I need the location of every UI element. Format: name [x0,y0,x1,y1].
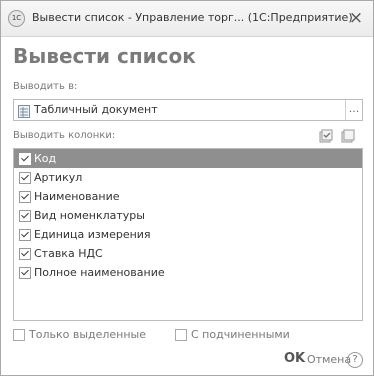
uncheck-all-icon[interactable] [341,128,355,143]
checkbox-checked-icon[interactable] [19,229,31,241]
list-item[interactable]: Полное наименование [14,263,362,282]
list-item-label: Полное наименование [34,266,165,279]
title-bar: 1С Вывести список - Управление торг... (… [1,1,373,37]
list-item[interactable]: Артикул [14,168,362,187]
dialog-window: 1С Вывести список - Управление торг... (… [0,0,374,376]
list-item-label: Ставка НДС [34,247,103,260]
list-item-label: Код [34,152,57,165]
checkbox-checked-icon[interactable] [19,191,31,203]
list-item-label: Наименование [34,190,120,203]
output-to-label: Выводить в: [13,81,78,92]
checkbox-checked-icon[interactable] [19,248,31,260]
output-target-value: Табличный документ [34,103,158,116]
checkbox-unchecked-icon[interactable] [13,329,25,341]
list-item[interactable]: Код [14,149,362,168]
only-selected-checkbox[interactable]: Только выделенные [13,328,146,341]
list-item[interactable]: Наименование [14,187,362,206]
columns-label: Выводить колонки: [13,130,116,141]
checkbox-checked-icon[interactable] [19,210,31,222]
checkbox-checked-icon[interactable] [19,172,31,184]
window-title: Вывести список - Управление торг... (1С:… [32,11,353,24]
output-target-field[interactable]: Табличный документ ... [13,99,363,121]
select-button[interactable]: ... [345,100,362,120]
list-item[interactable]: Ставка НДС [14,244,362,263]
columns-list: Код Артикул Наименование Вид номенклатур… [13,148,363,321]
with-subordinates-label: С подчиненными [191,328,290,341]
cancel-button[interactable]: Отмена [307,353,351,366]
with-subordinates-checkbox[interactable]: С подчиненными [175,328,290,341]
list-item-label: Вид номенклатуры [34,209,145,222]
help-icon[interactable]: ? [347,352,363,368]
list-item[interactable]: Единица измерения [14,225,362,244]
list-item-label: Артикул [34,171,83,184]
ok-button[interactable]: OK [284,351,305,366]
checkbox-checked-icon[interactable] [19,153,31,165]
only-selected-label: Только выделенные [29,328,147,341]
check-all-icon[interactable] [319,128,333,143]
app-logo-icon: 1С [8,10,25,27]
checkbox-unchecked-icon[interactable] [175,329,187,341]
page-title: Вывести список [13,44,196,68]
list-item-label: Единица измерения [34,228,151,241]
spreadsheet-document-icon [18,103,30,118]
columns-toolbar [319,128,355,143]
checkbox-checked-icon[interactable] [19,267,31,279]
list-item[interactable]: Вид номенклатуры [14,206,362,225]
close-button[interactable]: × [345,7,367,29]
